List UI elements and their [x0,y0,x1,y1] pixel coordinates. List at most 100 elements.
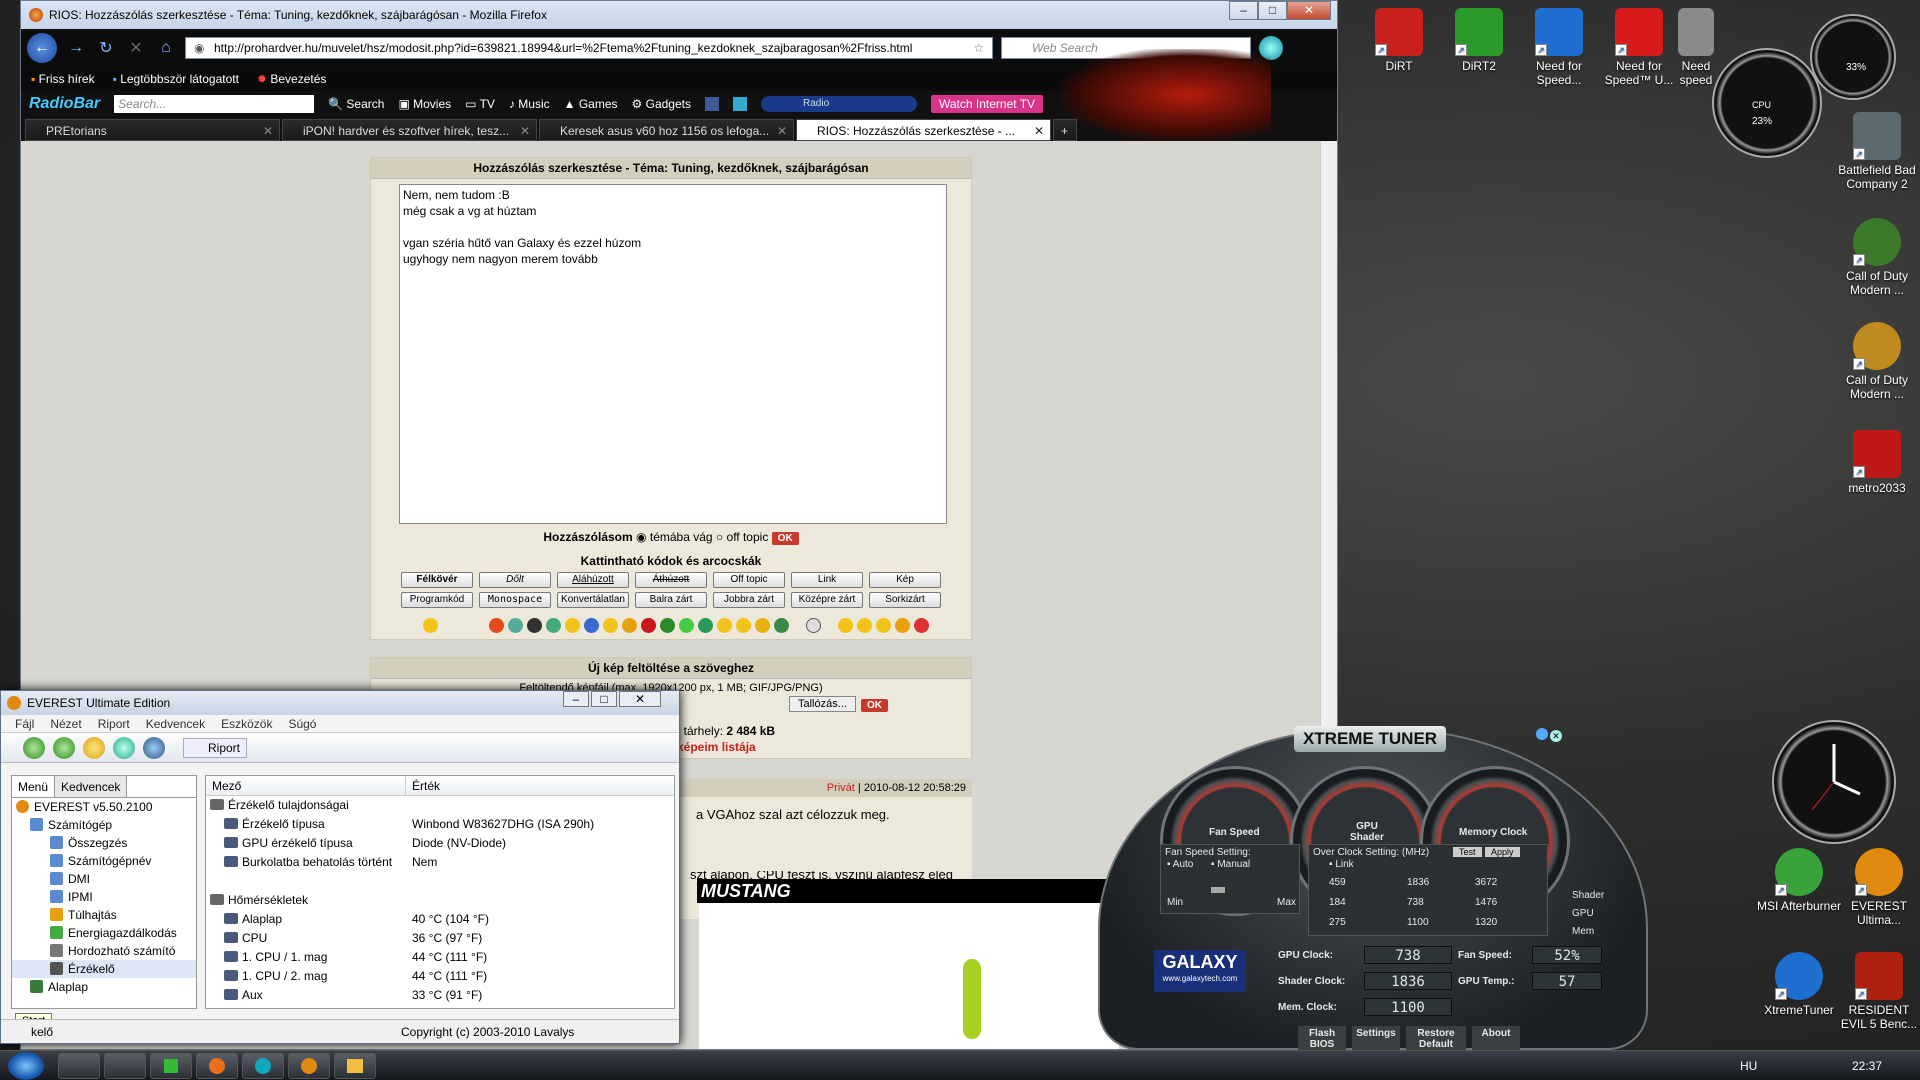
smiley-icon[interactable] [621,618,637,634]
stop-button[interactable]: ✕ [125,38,147,58]
smiley-icon[interactable] [423,618,438,634]
smiley-icon[interactable] [716,618,732,634]
raw-button[interactable]: Konvertálatlan [557,592,629,608]
settings-button[interactable]: Settings [1352,1026,1400,1052]
radiobar-movies[interactable]: ▣ Movies [398,97,451,111]
minimize-button[interactable]: – [1229,1,1258,20]
smiley-icon[interactable] [488,618,504,634]
smiley-icon[interactable] [754,618,770,634]
radio-off-topic[interactable]: ○ [716,530,723,544]
tab-rios-active[interactable]: RIOS: Hozzászólás szerkesztése - ... ✕ [796,119,1051,141]
tab-close-icon[interactable]: ✕ [520,120,530,140]
offtopic-button[interactable]: Off topic [713,572,785,588]
smiley-icon[interactable] [773,618,789,634]
strike-button[interactable]: Áthúzott [635,572,707,588]
smiley-icon[interactable] [895,618,911,634]
desktop-icon-re5[interactable]: ↗ RESIDENT EVIL 5 Benc... [1836,952,1920,1031]
smiley-icon[interactable] [806,618,822,634]
back-icon[interactable] [23,736,45,759]
desktop-icon-battlefield[interactable]: ↗ Battlefield Bad Company 2 [1834,112,1920,191]
smiley-icon[interactable] [914,618,930,634]
menu-view[interactable]: Nézet [50,715,81,732]
radiobar-search-button[interactable]: 🔍 Search [328,97,384,111]
users-icon[interactable] [143,736,165,759]
desktop-icon-metro2033[interactable]: ↗ metro2033 [1834,430,1920,495]
refresh-icon[interactable] [113,736,135,759]
forward-button[interactable]: → [65,39,87,57]
col-value-header[interactable]: Érték [406,776,440,795]
private-link[interactable]: Privát [827,782,855,794]
my-images-link[interactable]: képeim listája [677,740,756,754]
desktop-icon-dirt[interactable]: ↗ DiRT [1356,8,1442,73]
forward-icon[interactable] [53,736,75,759]
test-button[interactable]: Test [1453,847,1482,857]
list-row[interactable]: CPU 36 °C (97 °F) [206,929,674,948]
menu-favorites[interactable]: Kedvencek [146,715,205,732]
taskbar-skype[interactable] [242,1053,284,1079]
smiley-icon[interactable] [507,618,523,634]
reload-button[interactable]: ↻ [95,38,117,58]
desktop-icon-xtremetuner[interactable]: ↗ XtremeTuner [1756,952,1842,1017]
restore-default-button[interactable]: Restore Default [1406,1026,1466,1052]
bold-button[interactable]: Félkövér [401,572,473,588]
radiobar-gadgets[interactable]: ⚙ Gadgets [632,97,691,111]
apply-button[interactable]: Apply [1485,847,1520,857]
menu-file[interactable]: Fájl [15,715,34,732]
flash-bios-button[interactable]: Flash BIOS [1298,1026,1346,1052]
tab-keresek[interactable]: Keresek asus v60 hoz 1156 os lefoga... ✕ [539,119,794,141]
bookmark-friss-hirek[interactable]: ▪ Friss hírek [31,72,95,86]
list-group-header[interactable]: Hőmérsékletek [206,891,674,910]
tab-ipon[interactable]: iPON! hardver és szoftver hírek, tesz...… [282,119,537,141]
start-button[interactable] [8,1052,44,1080]
tree-dmi[interactable]: DMI [12,870,196,888]
smiley-icon[interactable] [640,618,656,634]
desktop-icon-msi-afterburner[interactable]: ↗ MSI Afterburner [1756,848,1842,913]
smiley-icon[interactable] [526,618,542,634]
browse-button[interactable]: Tallózás... [789,696,856,712]
smiley-icon[interactable] [857,618,873,634]
desktop-icon-everest[interactable]: ↗ EVEREST Ultima... [1836,848,1920,927]
italic-button[interactable]: Dőlt [479,572,551,588]
up-folder-icon[interactable] [83,736,105,759]
col-field-header[interactable]: Mező [206,776,406,795]
close-button[interactable]: ✕ [619,691,661,707]
taskbar-steam[interactable] [104,1053,146,1079]
minimize-button[interactable]: – [563,691,589,707]
bookmark-star-icon[interactable]: ☆ [973,38,984,58]
tab-pretorians[interactable]: PREtorians ✕ [25,119,280,141]
smiley-icon[interactable] [659,618,675,634]
cpu-meter-gadget[interactable]: CPU 23% [1712,48,1822,158]
monospace-button[interactable]: Monospace [479,592,551,608]
tree-summary[interactable]: Összegzés [12,834,196,852]
tab-close-icon[interactable]: ✕ [1034,120,1044,140]
desktop-icon-nfs[interactable]: ↗ Need for Speed... [1516,8,1602,87]
tab-close-icon[interactable]: ✕ [777,120,787,140]
list-row[interactable]: 1. CPU / 1. mag 44 °C (111 °F) [206,948,674,967]
radiobar-music[interactable]: ♪ Music [509,97,550,111]
list-row[interactable]: Alaplap 40 °C (104 °F) [206,910,674,929]
image-button[interactable]: Kép [869,572,941,588]
language-indicator[interactable]: HU [1740,1059,1757,1073]
maximize-button[interactable]: □ [591,691,617,707]
upload-ok-button[interactable]: OK [861,697,888,712]
smiley-icon[interactable] [545,618,561,634]
desktop-icon-cod-mw2-b[interactable]: ↗ Call of Duty Modern ... [1834,322,1920,401]
auto-radio[interactable]: ▪ Auto [1167,859,1193,870]
align-right-button[interactable]: Jobbra zárt [713,592,785,608]
smiley-icon[interactable] [697,618,713,634]
list-row[interactable]: GPU érzékelő típusa Diode (NV-Diode) [206,834,674,853]
smiley-icon[interactable] [838,618,854,634]
tree-overclock[interactable]: Túlhajtás [12,906,196,924]
taskbar-device-manager[interactable] [58,1053,100,1079]
system-clock[interactable]: 22:37 [1852,1059,1882,1073]
desktop-icon-cod-mw2-a[interactable]: ↗ Call of Duty Modern ... [1834,218,1920,297]
smiley-icon[interactable] [876,618,892,634]
new-tab-button[interactable]: + [1053,119,1077,141]
tree-ipmi[interactable]: IPMI [12,888,196,906]
bookmark-bevezetes[interactable]: ✹ Bevezetés [257,72,326,86]
align-left-button[interactable]: Balra zárt [635,592,707,608]
smiley-icon[interactable] [678,618,694,634]
back-button[interactable]: ← [27,33,57,63]
radiobar-games[interactable]: ▲ Games [564,97,618,111]
smiley-icon[interactable] [564,618,580,634]
